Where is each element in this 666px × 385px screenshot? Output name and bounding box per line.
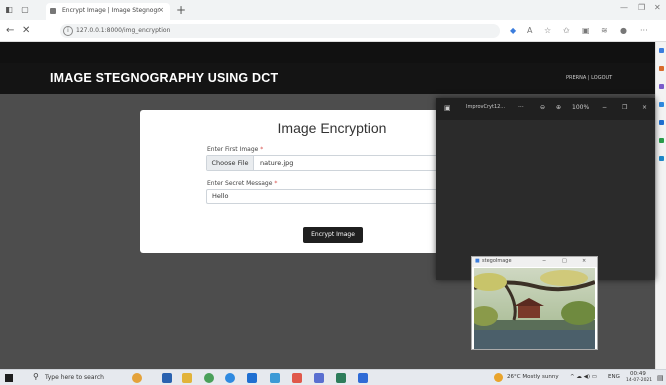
app-blue-icon[interactable] [314,373,324,383]
window-minimize-icon[interactable]: — [620,3,628,12]
stego-close-icon[interactable]: × [582,258,586,264]
stego-minimize-icon[interactable]: − [542,258,546,264]
stego-window-title: stegoImage [482,258,512,264]
encryption-card: Image Encryption Enter First Image * Cho… [140,110,446,253]
app-red-icon[interactable] [292,373,302,383]
tab-actions-icon[interactable]: ▢ [20,5,30,15]
window-maximize-icon[interactable]: ❐ [638,3,645,12]
encrypt-image-button[interactable]: Encrypt Image [303,227,363,243]
cortana-icon[interactable] [132,373,142,383]
new-tab-button[interactable]: + [176,3,186,17]
settings-more-icon[interactable]: ··· [640,26,648,36]
sidebar-search-icon[interactable] [659,48,664,53]
sidebar-outlook-icon[interactable] [659,138,664,143]
browser-menu-icon[interactable]: ◧ [4,5,14,15]
site-info-icon[interactable]: i [63,26,73,36]
viewer-app-icon: ▣ [444,104,451,112]
required-mark: * [274,180,278,187]
sidebar-add-icon[interactable] [659,156,664,161]
clock-date[interactable]: 14-07-2021 [626,378,652,383]
zoom-level: 100% [572,104,590,111]
app-green-icon[interactable] [336,373,346,383]
image-label: Enter First Image * [207,146,264,153]
favorites-bar-icon[interactable]: ✩ [563,26,570,36]
clock-time[interactable]: 00:49 [630,371,646,377]
read-aloud-icon[interactable]: A [527,26,532,36]
stego-maximize-icon[interactable]: □ [562,258,567,264]
zoom-out-icon[interactable]: ⊖ [540,104,545,111]
sidebar-shopping-icon[interactable] [659,66,664,71]
edge-icon[interactable] [225,373,235,383]
choose-file-button[interactable]: Choose File [207,156,254,170]
stego-app-icon: ■ [475,258,480,264]
language-indicator[interactable]: ENG [608,374,620,380]
tab-favicon-icon [50,8,56,14]
taskbar: ⚲ Type here to search 26°C Mostly sunny … [0,369,666,385]
browser-tab-strip: ◧ ▢ Encrypt Image | Image Stegnogr × + —… [0,0,666,20]
viewer-filename: ImprovCryt12... [466,104,506,110]
taskbar-search-box[interactable]: ⚲ Type here to search [33,371,113,384]
page-top-stripe [0,42,655,63]
viewer-maximize-icon[interactable]: ❐ [622,104,627,111]
stego-image-window: ■ stegoImage − □ × [471,256,598,350]
tray-icons[interactable]: ^ ☁ ◀) ▭ [570,374,597,380]
secret-message-input[interactable]: Hello [206,189,446,204]
image-file-input[interactable]: Choose File nature.jpg [206,155,446,171]
stego-titlebar: ■ stegoImage − □ × [472,257,597,267]
favorite-icon[interactable]: ☆ [544,26,551,36]
search-icon: ⚲ [33,372,39,381]
profile-icon[interactable]: ● [620,26,627,36]
message-label: Enter Secret Message * [207,180,278,187]
tab-close-icon[interactable]: × [158,6,164,14]
file-explorer-icon[interactable] [182,373,192,383]
weather-icon[interactable] [494,373,503,382]
url-field[interactable]: i 127.0.0.1:8000/img_encryption [60,24,500,38]
browser-tab[interactable]: Encrypt Image | Image Stegnogr × [46,3,170,20]
required-mark: * [260,146,264,153]
back-icon[interactable]: ← [6,25,14,37]
zoom-in-icon[interactable]: ⊕ [556,104,561,111]
sidebar-office-icon[interactable] [659,120,664,125]
viewer-close-icon[interactable]: × [642,104,647,111]
start-icon[interactable] [5,374,13,382]
reload-icon[interactable]: ✕ [22,25,30,37]
window-close-icon[interactable]: ✕ [654,3,661,12]
site-header: IMAGE STEGNOGRAPHY USING DCT PRERNA | LO… [0,63,655,94]
mail-icon[interactable] [247,373,257,383]
viewer-titlebar: ▣ ImprovCryt12... ··· ⊖ ⊕ 100% − ❐ × [436,98,655,120]
notification-icon[interactable]: ▤ [657,374,664,382]
chrome-icon[interactable] [204,373,214,383]
tab-title: Encrypt Image | Image Stegnogr [62,7,160,14]
viewer-minimize-icon[interactable]: − [602,104,607,111]
viewer-more-icon[interactable]: ··· [518,104,524,111]
task-view-icon[interactable] [162,373,172,383]
extension-icon[interactable]: ◆ [510,26,516,36]
app-photos-icon[interactable] [358,373,368,383]
taskbar-search-placeholder: Type here to search [45,374,104,381]
vscode-icon[interactable] [270,373,280,383]
user-links[interactable]: PRERNA | LOGOUT [566,75,612,81]
edge-sidebar [655,42,666,369]
sidebar-tools-icon[interactable] [659,84,664,89]
address-bar: ← ✕ i 127.0.0.1:8000/img_encryption ◆ A … [0,20,666,42]
stego-image [474,268,595,349]
sidebar-games-icon[interactable] [659,102,664,107]
image-viewer-window: ▣ ImprovCryt12... ··· ⊖ ⊕ 100% − ❐ × [436,98,655,280]
collections-icon[interactable]: ▣ [582,26,590,36]
site-brand[interactable]: IMAGE STEGNOGRAPHY USING DCT [50,71,278,85]
url-text: 127.0.0.1:8000/img_encryption [76,27,171,34]
weather-text[interactable]: 26°C Mostly sunny [507,374,559,380]
selected-file-name: nature.jpg [260,159,294,167]
sync-icon[interactable]: ≋ [601,26,608,36]
